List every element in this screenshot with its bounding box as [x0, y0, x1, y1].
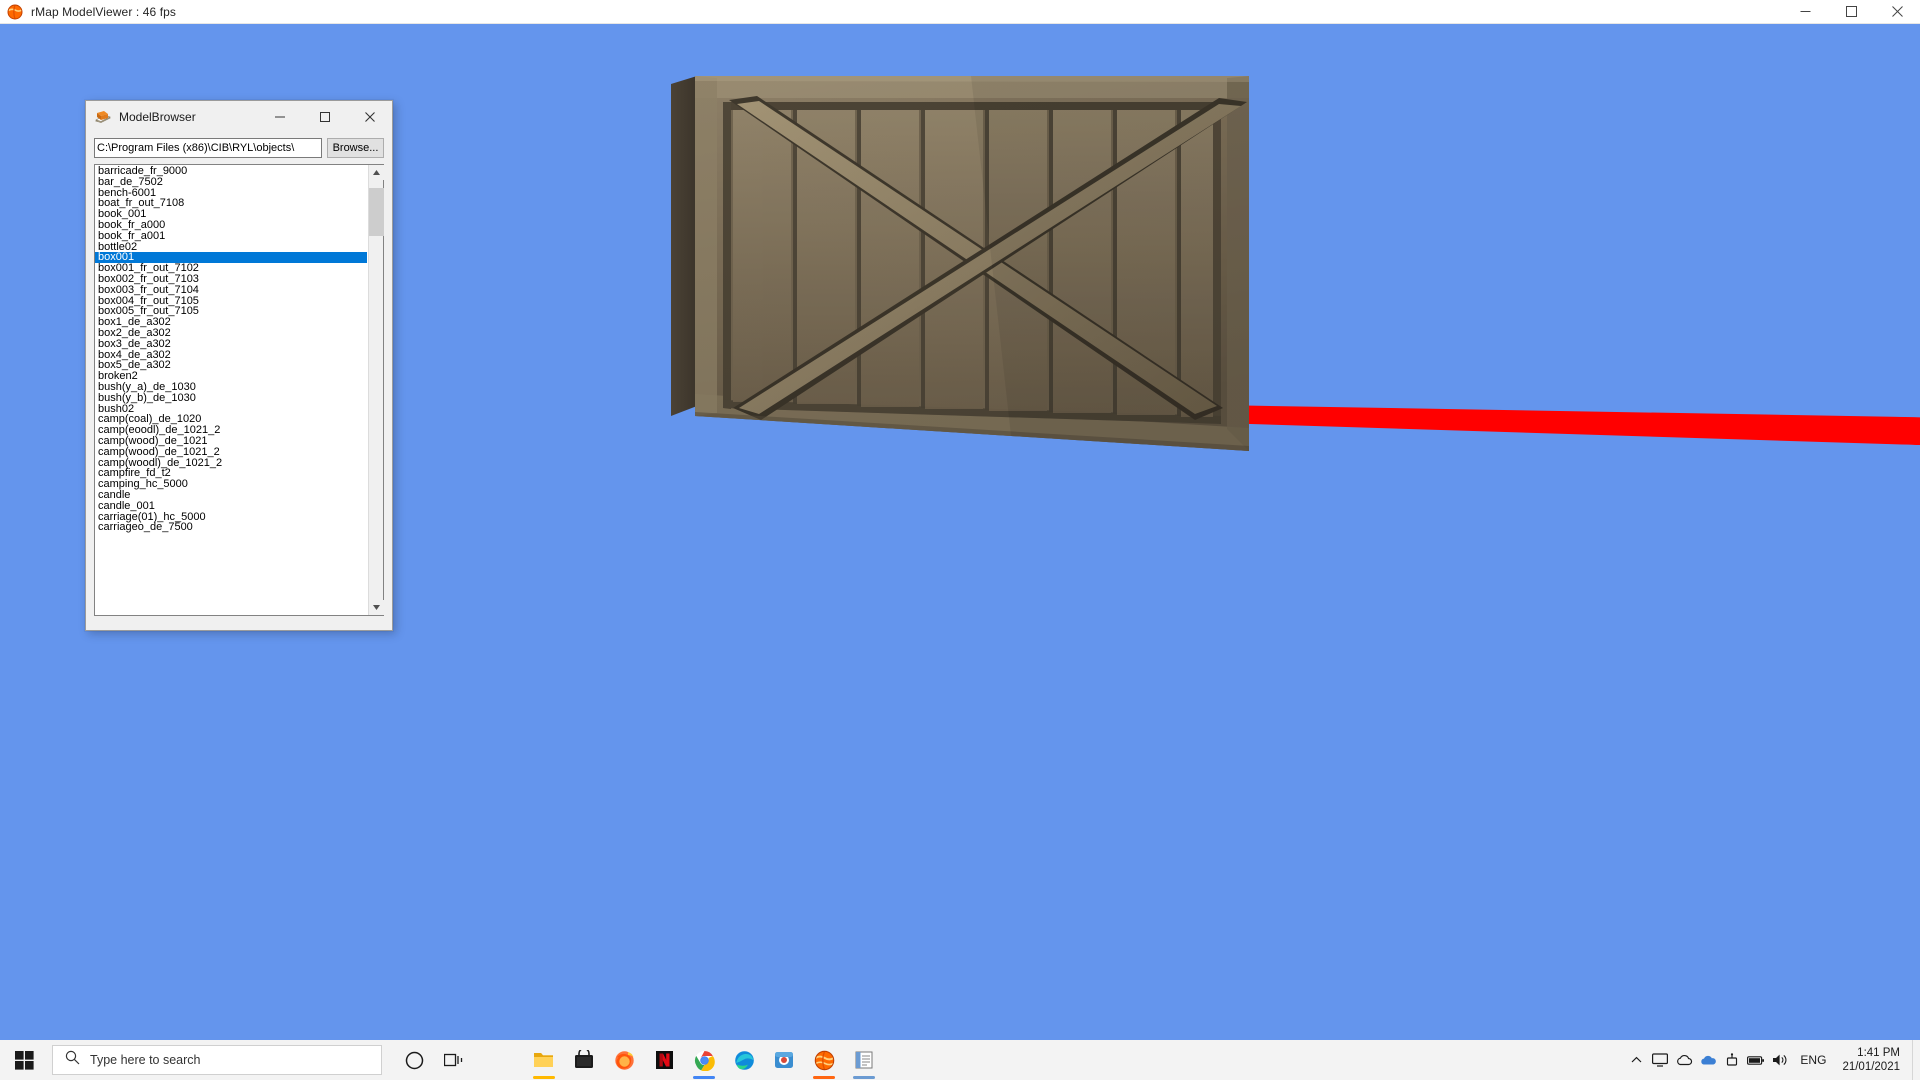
tray-usb-eject-icon-button[interactable]	[1720, 1040, 1744, 1080]
model-list-item[interactable]: bar_de_7502	[97, 176, 368, 188]
model-browser-dialog[interactable]: ModelBrowser Browse...	[85, 100, 393, 631]
taskbar-app-file-explorer[interactable]	[524, 1040, 564, 1080]
path-row: Browse...	[94, 138, 384, 158]
model-browser-window-controls	[257, 101, 392, 132]
tray-monitor-icon-button[interactable]	[1648, 1040, 1672, 1080]
model-browser-maximize-button[interactable]	[302, 101, 347, 132]
cloud-icon	[1677, 1055, 1692, 1066]
path-input[interactable]	[94, 138, 322, 158]
app-title: rMap ModelViewer : 46 fps	[31, 4, 177, 19]
folder-icon	[534, 1053, 553, 1067]
model-browser-body: Browse... barricade_fr_9000bar_de_7502be…	[86, 132, 392, 625]
store-icon	[575, 1050, 593, 1068]
model-list[interactable]: barricade_fr_9000 bar_de_7502 bench-6001 bo…	[95, 165, 368, 615]
app-close-button[interactable]	[1874, 0, 1920, 24]
netflix-icon	[655, 1051, 673, 1069]
taskbar-app-text-editor[interactable]	[844, 1040, 884, 1080]
tray-battery-icon-button[interactable]	[1744, 1040, 1768, 1080]
crate-model[interactable]	[671, 76, 1249, 471]
scrollbar-thumb[interactable]	[369, 188, 384, 236]
taskbar-app-netflix[interactable]	[644, 1040, 684, 1080]
search-icon	[65, 1050, 80, 1070]
rmap-globe-icon	[7, 4, 23, 20]
tray-cloud-icon-button[interactable]	[1672, 1040, 1696, 1080]
taskbar-app-google-chrome[interactable]	[684, 1040, 724, 1080]
model-browser-title: ModelBrowser	[119, 109, 196, 124]
axis-line	[1218, 400, 1920, 445]
usb-eject-icon	[1727, 1053, 1738, 1066]
rmap-globe-icon	[814, 1050, 834, 1070]
battery-icon	[1747, 1055, 1765, 1065]
app-maximize-button[interactable]	[1828, 0, 1874, 24]
onedrive-icon	[1701, 1055, 1716, 1065]
modelbrowser-icon	[95, 109, 111, 125]
taskbar-app-rmap-modelviewer[interactable]	[804, 1040, 844, 1080]
cortana-button[interactable]	[394, 1040, 434, 1080]
task-view-button[interactable]	[434, 1040, 474, 1080]
taskbar-app-microsoft-edge[interactable]	[724, 1040, 764, 1080]
document-icon	[855, 1051, 873, 1069]
tray-onedrive-icon-button[interactable]	[1696, 1040, 1720, 1080]
browse-button[interactable]: Browse...	[327, 138, 384, 158]
rmap-modelviewer-window: rMap ModelViewer : 46 fps ModelBrowser C…	[0, 0, 1920, 1080]
system-tray: ENG 1:41 PM 21/01/2021	[1624, 1040, 1920, 1080]
app-minimize-button[interactable]	[1782, 0, 1828, 24]
search-placeholder: Type here to search	[90, 1053, 201, 1067]
monitor-icon	[1652, 1053, 1669, 1067]
model-browser-close-button[interactable]	[347, 101, 392, 132]
model-list-item[interactable]: camping_hc_5000	[97, 479, 368, 490]
running-indicator	[693, 1076, 715, 1079]
model-browser-minimize-button[interactable]	[257, 101, 302, 132]
model-list-item[interactable]: box003_fr_out_7104	[97, 284, 368, 296]
model-list-item[interactable]: camp(wood)_de_1021_2	[97, 446, 368, 458]
running-indicator	[853, 1076, 875, 1079]
start-icon	[14, 1050, 34, 1070]
show-hidden-icons-button[interactable]	[1624, 1040, 1648, 1080]
start-button[interactable]	[0, 1040, 48, 1080]
clock[interactable]: 1:41 PM 21/01/2021	[1834, 1040, 1912, 1080]
clock-date: 21/01/2021	[1842, 1061, 1900, 1073]
taskbar-app-screen-recorder[interactable]	[764, 1040, 804, 1080]
tray-volume-icon-button[interactable]	[1768, 1040, 1792, 1080]
model-list-container: barricade_fr_9000 bar_de_7502 bench-6001 bo…	[94, 164, 384, 616]
model-list-item[interactable]: bottle02	[97, 241, 368, 253]
volume-icon	[1773, 1054, 1787, 1066]
scrollbar-track[interactable]	[369, 180, 384, 600]
taskbar-app-microsoft-store[interactable]	[564, 1040, 604, 1080]
firefox-icon	[614, 1050, 634, 1070]
taskbar-app-buttons	[524, 1040, 884, 1080]
model-list-item[interactable]: box3_de_a302	[97, 338, 368, 350]
model-list-item[interactable]: book_fr_a001	[97, 230, 368, 242]
scroll-down-button[interactable]	[369, 600, 384, 615]
recorder-icon	[775, 1052, 793, 1068]
running-indicator	[533, 1076, 555, 1079]
search-box[interactable]: Type here to search	[52, 1045, 382, 1075]
app-titlebar: rMap ModelViewer : 46 fps	[0, 0, 1920, 24]
task-view-icon	[444, 1053, 463, 1066]
chevron-up-icon	[1631, 1056, 1642, 1063]
model-browser-titlebar[interactable]: ModelBrowser	[86, 101, 392, 132]
model-list-item[interactable]: bush(y_b)_de_1030	[97, 392, 368, 404]
model-list-scrollbar[interactable]	[368, 165, 384, 615]
edge-icon	[734, 1050, 754, 1070]
windows-taskbar: Type here to search ENG 1:41 PM 21/01/20…	[0, 1040, 1920, 1080]
cortana-circle-icon	[405, 1051, 423, 1069]
app-window-controls	[1782, 0, 1920, 24]
clock-time: 1:41 PM	[1857, 1047, 1900, 1059]
language-indicator[interactable]: ENG	[1792, 1040, 1834, 1080]
model-list-item[interactable]: candle_001	[97, 500, 368, 512]
show-desktop-button[interactable]	[1912, 1040, 1920, 1080]
taskbar-app-firefox[interactable]	[604, 1040, 644, 1080]
3d-viewport[interactable]: ModelBrowser Browse...	[0, 24, 1920, 1050]
model-list-item[interactable]: carriageo_de_7500	[97, 522, 368, 533]
scroll-up-button[interactable]	[369, 165, 384, 180]
chrome-icon	[694, 1050, 715, 1071]
running-indicator	[813, 1076, 835, 1079]
